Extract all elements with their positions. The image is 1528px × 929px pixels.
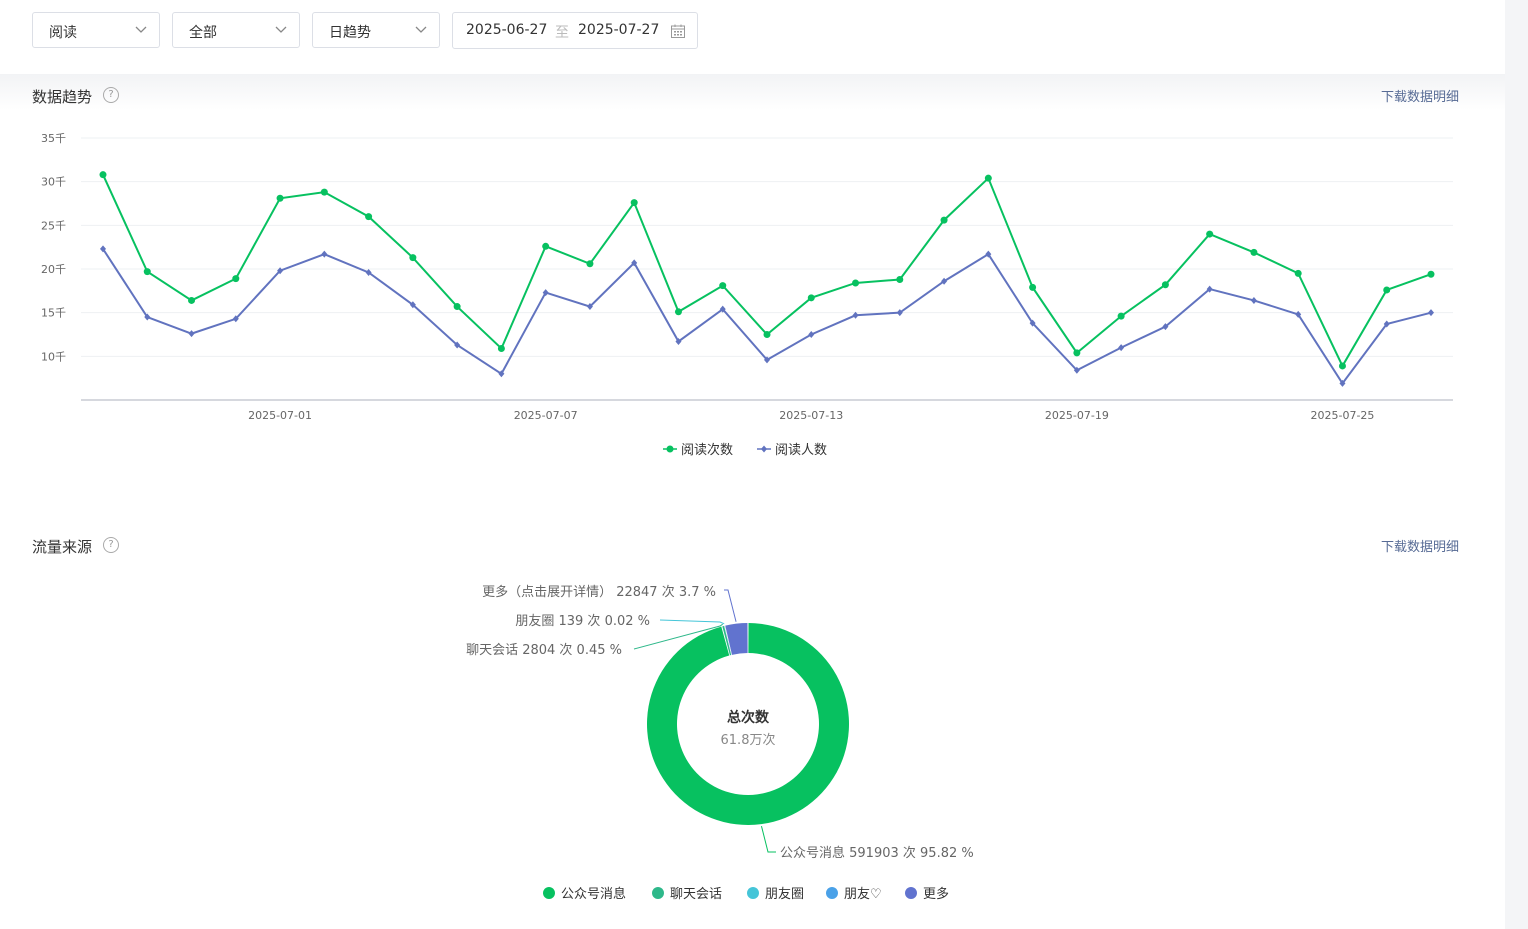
leader-line (724, 589, 737, 622)
data-point[interactable] (1383, 286, 1391, 294)
data-point[interactable] (321, 250, 328, 258)
leader-line (760, 825, 776, 853)
y-tick-label: 15千 (41, 307, 66, 320)
y-tick-label: 10千 (41, 350, 66, 363)
data-point[interactable] (497, 344, 505, 352)
scope-select[interactable]: 全部 (172, 12, 300, 48)
data-point[interactable] (1117, 312, 1125, 320)
filter-shadow (0, 74, 1505, 110)
trend-select[interactable]: 日趋势 (312, 12, 440, 48)
data-point[interactable] (188, 330, 195, 338)
y-tick-label: 20千 (41, 263, 66, 276)
data-point[interactable] (763, 331, 771, 338)
y-tick-label: 25千 (41, 219, 66, 232)
data-point[interactable] (719, 282, 727, 290)
data-point[interactable] (1428, 309, 1434, 317)
x-tick-label: 2025-07-13 (779, 409, 843, 422)
date-range-picker[interactable]: 2025-06-27 至 2025-07-27 (452, 12, 698, 49)
data-point[interactable] (1294, 269, 1302, 277)
legend-dot (747, 887, 759, 899)
data-point[interactable] (276, 194, 284, 202)
donut-center-value: 61.8万次 (721, 732, 776, 748)
right-gutter (1505, 0, 1528, 929)
data-point[interactable] (1206, 230, 1214, 238)
data-point[interactable] (409, 254, 417, 262)
legend-dot (826, 887, 838, 899)
data-point[interactable] (453, 303, 461, 311)
trend-line-chart: 10千 15千 20千 25千 30千 35千 2025-07-01 2025-07-07 20… (41, 132, 1453, 458)
slice-label[interactable]: 更多（点击展开详情） 22847 次 3.7 % (482, 584, 716, 600)
y-tick-label: 30千 (41, 176, 66, 189)
x-tick-label: 2025-07-25 (1310, 409, 1374, 422)
data-point[interactable] (542, 242, 550, 250)
chevron-down-icon (415, 26, 427, 33)
legend-label[interactable]: 阅读人数 (775, 443, 827, 458)
data-point[interactable] (188, 296, 196, 304)
date-separator: 至 (555, 25, 569, 41)
legend-label[interactable]: 公众号消息 (561, 886, 626, 902)
traffic-donut-chart: 总次数 61.8万次公众号消息 591903 次 95.82 % 聊天会话 2804… (466, 584, 974, 902)
trend-select-value: 日趋势 (329, 25, 371, 41)
legend-label[interactable]: 聊天会话 (670, 887, 722, 902)
legend-dot (905, 887, 917, 899)
data-point[interactable] (99, 171, 107, 179)
legend-label[interactable]: 朋友圈 (765, 886, 804, 902)
legend-dot (652, 887, 664, 899)
y-tick-label: 35千 (41, 132, 66, 145)
slice-label: 公众号消息 591903 次 95.82 % (780, 845, 974, 861)
legend-marker (761, 445, 767, 453)
scope-select-value: 全部 (189, 25, 217, 41)
data-point[interactable] (808, 331, 815, 338)
data-point[interactable] (143, 268, 151, 276)
data-point[interactable] (365, 213, 373, 221)
slice-label: 聊天会话 2804 次 0.45 % (466, 642, 622, 658)
data-point[interactable] (852, 279, 860, 287)
data-point[interactable] (1118, 344, 1125, 352)
data-point[interactable] (940, 216, 948, 224)
traffic-section-title: 流量来源 (32, 538, 93, 556)
data-point[interactable] (630, 199, 638, 207)
data-point[interactable] (1250, 248, 1258, 256)
legend-label[interactable]: 朋友♡ (844, 886, 882, 902)
data-point[interactable] (232, 275, 240, 283)
traffic-download-link[interactable]: 下载数据明细 (1381, 536, 1459, 555)
x-tick-label: 2025-07-19 (1045, 409, 1109, 422)
legend-label[interactable]: 阅读次数 (681, 442, 733, 458)
x-tick-label: 2025-07-07 (514, 409, 578, 422)
data-point[interactable] (1427, 270, 1435, 278)
legend-marker (666, 445, 674, 453)
help-icon[interactable]: ? (103, 87, 119, 103)
leader-line (659, 619, 725, 625)
chevron-down-icon (275, 26, 287, 33)
calendar-icon[interactable] (670, 23, 686, 39)
date-end-input[interactable]: 2025-07-27 (578, 22, 659, 38)
data-point[interactable] (674, 308, 682, 316)
data-point[interactable] (1073, 349, 1081, 357)
help-icon[interactable]: ? (103, 537, 119, 553)
data-point[interactable] (984, 174, 992, 182)
data-point[interactable] (807, 294, 815, 302)
trend-section-title: 数据趋势 (32, 88, 93, 106)
donut-center-title: 总次数 (727, 709, 770, 726)
metric-select-value: 阅读 (49, 25, 77, 41)
chevron-down-icon (135, 26, 147, 33)
x-tick-label: 2025-07-01 (248, 409, 312, 422)
metric-select[interactable]: 阅读 (32, 12, 160, 48)
data-point[interactable] (1029, 283, 1037, 291)
data-point[interactable] (1161, 281, 1169, 289)
date-start-input[interactable]: 2025-06-27 (466, 22, 547, 38)
data-point[interactable] (320, 188, 328, 196)
data-point[interactable] (1250, 296, 1257, 304)
data-point[interactable] (896, 275, 904, 283)
legend-dot (543, 887, 555, 899)
legend-label[interactable]: 更多 (923, 886, 949, 902)
data-point[interactable] (586, 260, 594, 268)
data-point[interactable] (1338, 362, 1346, 370)
slice-label: 朋友圈 139 次 0.02 % (515, 613, 650, 629)
trend-download-link[interactable]: 下载数据明细 (1381, 86, 1459, 105)
